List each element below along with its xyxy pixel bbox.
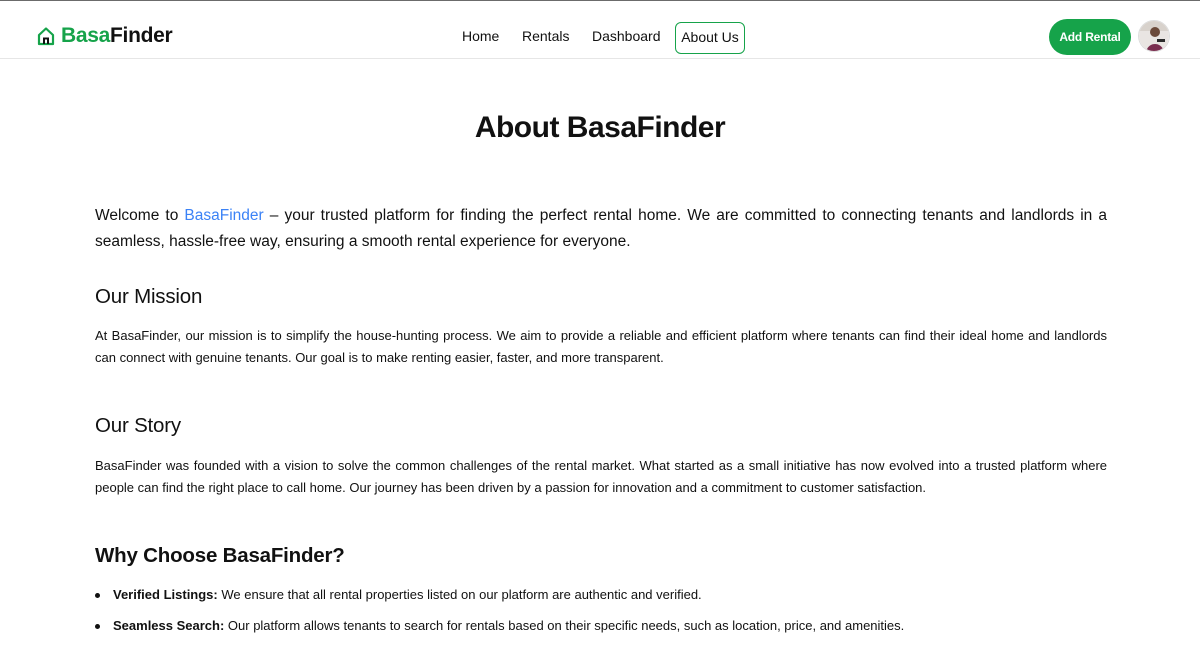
story-text: BasaFinder was founded with a vision to … <box>95 458 1107 495</box>
mission-text: At BasaFinder, our mission is to simplif… <box>95 328 1107 365</box>
intro-brand-name: BasaFinder <box>184 207 264 224</box>
nav-home[interactable]: Home <box>462 22 499 50</box>
features-list: Verified Listings: We ensure that all re… <box>95 585 1107 647</box>
add-rental-button[interactable]: Add Rental <box>1049 19 1131 55</box>
user-avatar[interactable] <box>1138 20 1170 52</box>
page-title: About BasaFinder <box>474 111 726 144</box>
list-item: Seamless Search: Our platform allows ten… <box>95 616 1107 636</box>
story-heading: Our Story <box>95 414 181 437</box>
nav-rentals[interactable]: Rentals <box>522 22 569 50</box>
navbar: BasaFinder Home Rentals Dashboard About … <box>0 1 1200 59</box>
intro-paragraph: Welcome to BasaFinder – your trusted pla… <box>95 207 1107 250</box>
list-item: Verified Listings: We ensure that all re… <box>95 585 1107 605</box>
main-nav: Home Rentals Dashboard About Us <box>0 22 1200 54</box>
mission-heading: Our Mission <box>95 285 203 308</box>
nav-about-us[interactable]: About Us <box>675 22 745 54</box>
why-heading: Why Choose BasaFinder? <box>95 544 345 567</box>
nav-dashboard[interactable]: Dashboard <box>592 22 661 50</box>
